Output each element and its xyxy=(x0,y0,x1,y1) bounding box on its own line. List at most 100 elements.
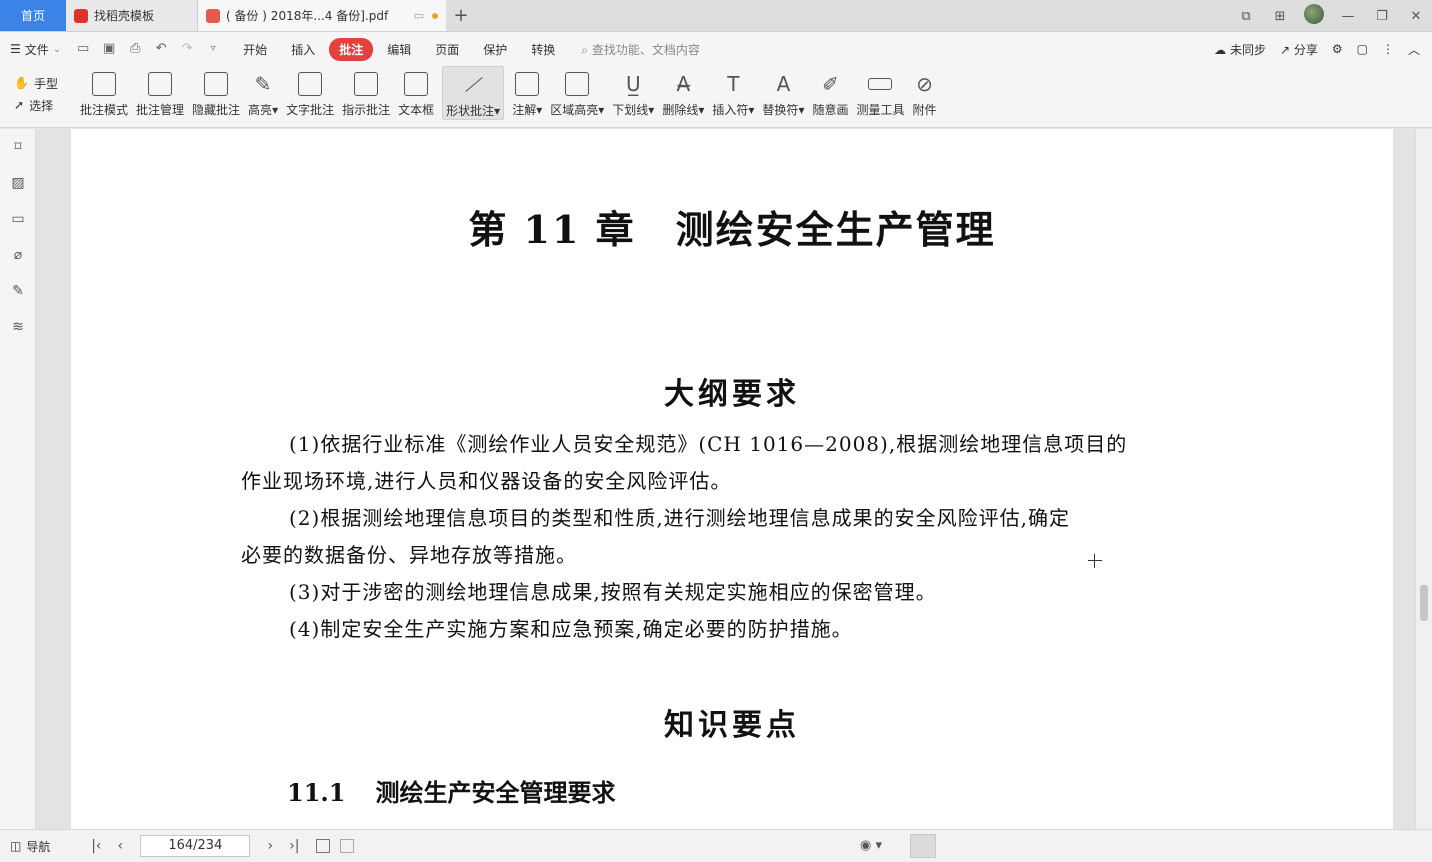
cloud-icon: ☁ xyxy=(1214,42,1227,57)
underline-button[interactable]: U̲ 下划线▾ xyxy=(612,66,654,120)
layers-icon[interactable]: ≋ xyxy=(0,309,36,345)
shape-annotation-button[interactable]: 形状批注▾ xyxy=(442,66,505,120)
measure-tool-button[interactable]: 测量工具 xyxy=(856,66,905,120)
text-annotation-button[interactable]: 文字批注 xyxy=(286,66,334,120)
paragraph-1-line-1: (1)依据行业标准《测绘作业人员安全规范》(CH 1016—2008),根据测绘… xyxy=(289,432,1128,456)
menu-tab-annotate[interactable]: 批注 xyxy=(329,37,374,61)
document-viewport[interactable]: 第 11 章 测绘安全生产管理 大纲要求 (1)依据行业标准《测绘作业人员安全规… xyxy=(37,129,1415,829)
paragraph-2-line-1: (2)根据测绘地理信息项目的类型和性质,进行测绘地理信息成果的安全风险评估,确定 xyxy=(289,506,1071,530)
cursor-icon: ➚ xyxy=(14,98,25,112)
tab-screen-icon[interactable]: ▭ xyxy=(414,9,424,22)
select-tool-button[interactable]: ➚ 选择 xyxy=(14,94,76,116)
tab-document[interactable]: ( 备份 ) 2018年...4 备份].pdf ▭ xyxy=(198,0,446,31)
shape-annotation-icon xyxy=(461,73,485,97)
crosshair-cursor-icon xyxy=(1088,554,1102,568)
user-avatar[interactable] xyxy=(1298,4,1330,28)
paragraph-2-line-2: 必要的数据备份、异地存放等措施。 xyxy=(241,543,577,567)
quick-access-dropdown-icon[interactable]: ▿ xyxy=(205,41,221,57)
annotation-mode-button[interactable]: 批注模式 xyxy=(80,66,128,120)
search-icon: ⌕ xyxy=(581,42,589,57)
vertical-scrollbar[interactable] xyxy=(1415,129,1432,829)
left-sidebar: ⌑ ▨ ▭ ⌀ ✎ ≋ xyxy=(0,129,36,829)
print-icon[interactable]: ⎙ xyxy=(127,41,143,57)
outline-paragraphs: (1)依据行业标准《测绘作业人员安全规范》(CH 1016—2008),根据测绘… xyxy=(241,426,1221,648)
insert-caret-icon: T xyxy=(727,72,740,96)
area-highlight-icon xyxy=(565,72,590,96)
paragraph-1-line-2: 作业现场环境,进行人员和仪器设备的安全风险评估。 xyxy=(241,469,732,493)
next-page-button[interactable]: › xyxy=(258,838,282,854)
hamburger-icon: ☰ xyxy=(10,42,21,56)
fit-page-icon[interactable] xyxy=(316,839,331,853)
sync-status[interactable]: ☁ 未同步 xyxy=(1214,41,1266,58)
save-icon[interactable]: ▣ xyxy=(101,41,117,57)
annotation-manage-button[interactable]: 批注管理 xyxy=(136,66,184,120)
pointer-annotation-button[interactable]: 指示批注 xyxy=(342,66,390,120)
menu-tab-start[interactable]: 开始 xyxy=(233,38,277,61)
close-button[interactable]: ✕ xyxy=(1400,9,1432,24)
note-icon xyxy=(515,72,540,96)
settings-icon[interactable]: ⚙ xyxy=(1332,42,1343,56)
comment-panel-icon[interactable]: ▭ xyxy=(0,201,36,237)
reading-mode-icon[interactable]: ⧉ xyxy=(1230,9,1262,24)
annotation-ribbon: ✋ 手型 ➚ 选择 批注模式 批注管理 隐藏批注 ✎ 高亮▾ 文字批注 指示批注 文本… xyxy=(0,66,1432,128)
undo-icon[interactable]: ↶ xyxy=(153,41,169,57)
first-page-button[interactable]: |‹ xyxy=(84,838,108,854)
window-controls: ⧉ ⊞ — ❐ ✕ xyxy=(1230,0,1432,32)
last-page-button[interactable]: ›| xyxy=(282,838,306,854)
insert-caret-button[interactable]: T 插入符▾ xyxy=(712,66,754,120)
menubar-right: ☁ 未同步 ↗ 分享 ⚙ ▢ ⋮ ︿ xyxy=(1214,32,1420,66)
search-box[interactable]: ⌕ 查找功能、文档内容 xyxy=(581,41,700,58)
freehand-button[interactable]: ✐ 随意画 xyxy=(812,66,848,120)
search-input[interactable]: 查找功能、文档内容 xyxy=(592,43,700,57)
page-number-input[interactable]: 164/234 xyxy=(140,835,251,857)
file-menu[interactable]: ☰ 文件 ⌄ xyxy=(10,41,61,58)
open-folder-icon[interactable]: ▭ xyxy=(75,41,91,57)
menu-tab-page[interactable]: 页面 xyxy=(425,38,469,61)
minimize-button[interactable]: — xyxy=(1332,9,1364,24)
hand-icon: ✋ xyxy=(14,76,29,90)
scrollbar-thumb[interactable] xyxy=(1420,585,1428,621)
paragraph-3: (3)对于涉密的测绘地理信息成果,按照有关规定实施相应的保密管理。 xyxy=(289,580,937,604)
replace-button[interactable]: A 替换符▾ xyxy=(762,66,804,120)
prev-page-button[interactable]: ‹ xyxy=(108,838,132,854)
note-button[interactable]: 注解▾ xyxy=(512,66,542,120)
thumbnail-icon[interactable]: ▨ xyxy=(0,165,36,201)
hide-annotation-button[interactable]: 隐藏批注 xyxy=(192,66,240,120)
collapse-ribbon-icon[interactable]: ︿ xyxy=(1408,41,1420,58)
menu-tab-convert[interactable]: 转换 xyxy=(521,38,565,61)
eye-protection-icon[interactable]: ◉ ▾ xyxy=(860,838,882,853)
tab-home[interactable]: 首页 xyxy=(0,0,66,31)
redo-icon[interactable]: ↷ xyxy=(179,41,195,57)
attachment-panel-icon[interactable]: ⌀ xyxy=(0,237,36,273)
attachment-icon: ⊘ xyxy=(916,72,933,96)
highlight-icon: ✎ xyxy=(254,72,272,96)
hand-select-group: ✋ 手型 ➚ 选择 xyxy=(14,66,76,116)
signature-icon[interactable]: ✎ xyxy=(0,273,36,309)
restore-button[interactable]: ❐ xyxy=(1366,9,1398,24)
hand-tool-button[interactable]: ✋ 手型 xyxy=(14,72,76,94)
underline-icon: U̲ xyxy=(625,72,641,96)
chevron-down-icon: ⌄ xyxy=(52,43,62,55)
hide-annotation-icon xyxy=(204,72,229,96)
highlight-button[interactable]: ✎ 高亮▾ xyxy=(248,66,278,120)
unsaved-dot-icon xyxy=(432,12,438,19)
bookmark-icon[interactable]: ⌑ xyxy=(0,129,36,165)
area-highlight-button[interactable]: 区域高亮▾ xyxy=(550,66,604,120)
textbox-button[interactable]: 文本框 xyxy=(398,66,434,120)
menu-tab-edit[interactable]: 编辑 xyxy=(377,38,421,61)
menu-tab-protect[interactable]: 保护 xyxy=(473,38,517,61)
single-page-view-button[interactable] xyxy=(910,834,936,858)
more-icon[interactable]: ⋮ xyxy=(1382,42,1394,56)
fit-width-icon[interactable] xyxy=(340,839,355,853)
comment-icon[interactable]: ▢ xyxy=(1357,42,1368,56)
strikethrough-button[interactable]: A̶ 删除线▾ xyxy=(662,66,704,120)
replace-icon: A xyxy=(776,72,791,96)
tab-template[interactable]: 找稻壳模板 xyxy=(66,0,198,31)
share-button[interactable]: ↗ 分享 xyxy=(1280,41,1318,58)
menu-tab-insert[interactable]: 插入 xyxy=(281,38,325,61)
text-annotation-icon xyxy=(298,72,323,96)
new-tab-button[interactable]: + xyxy=(446,0,476,31)
attachment-button[interactable]: ⊘ 附件 xyxy=(913,66,937,120)
navigation-toggle[interactable]: ◫ 导航 xyxy=(10,838,50,855)
app-grid-icon[interactable]: ⊞ xyxy=(1264,9,1296,24)
